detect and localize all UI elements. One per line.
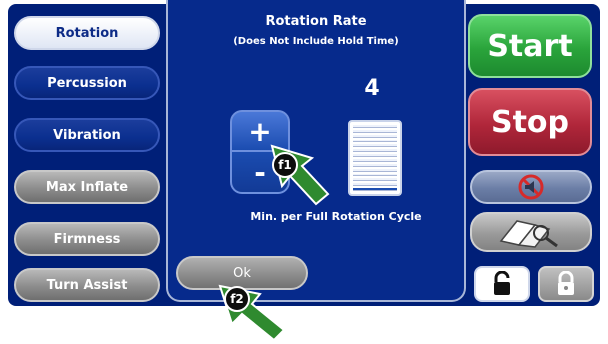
level-segment (353, 154, 397, 158)
sidebar-item-max-inflate[interactable]: Max Inflate (14, 170, 160, 204)
sidebar-item-label: Turn Assist (46, 277, 128, 293)
start-label: Start (487, 28, 573, 64)
stop-button[interactable]: Stop (468, 88, 592, 156)
level-segment (353, 183, 397, 187)
sidebar-item-label: Max Inflate (45, 179, 129, 195)
dialog-subtitle: (Does Not Include Hold Time) (233, 36, 399, 47)
sidebar-item-vibration[interactable]: Vibration (14, 118, 160, 152)
sidebar-item-label: Firmness (53, 231, 121, 247)
unlock-icon (494, 271, 510, 295)
sidebar-item-label: Percussion (47, 75, 127, 91)
level-segment (353, 144, 397, 148)
callout-f2: f2 (224, 286, 250, 312)
stop-label: Stop (490, 104, 570, 140)
sidebar-item-rotation[interactable]: Rotation (14, 16, 160, 50)
level-segment (353, 178, 397, 182)
help-manual-button[interactable] (470, 212, 592, 252)
sidebar-item-percussion[interactable]: Percussion (14, 66, 160, 100)
level-segment (353, 168, 397, 172)
unlock-button[interactable] (474, 266, 530, 302)
level-segment (353, 173, 397, 177)
callout-arrow-f2 (218, 284, 286, 342)
manual-icon (499, 220, 558, 248)
level-segment (353, 129, 397, 133)
level-segment (353, 188, 397, 192)
rate-caption: Min. per Full Rotation Cycle (250, 210, 422, 223)
start-button[interactable]: Start (468, 14, 592, 78)
level-segment (353, 163, 397, 167)
callout-arrow-f1 (270, 144, 330, 206)
lock-icon (558, 271, 574, 295)
sidebar-item-turn-assist[interactable]: Turn Assist (14, 268, 160, 302)
level-segment (353, 134, 397, 138)
rotation-rate-value: 4 (364, 76, 380, 101)
level-segment (353, 125, 397, 128)
level-segment (353, 139, 397, 143)
dialog-title: Rotation Rate (265, 14, 367, 29)
sidebar-item-label: Rotation (55, 25, 119, 41)
level-segment (353, 159, 397, 162)
lock-button[interactable] (538, 266, 594, 302)
alarm-silence-button[interactable] (470, 170, 592, 204)
callout-f1: f1 (272, 152, 298, 178)
mute-icon (518, 174, 544, 200)
sidebar-item-label: Vibration (53, 127, 121, 143)
rate-level-indicator (348, 120, 402, 196)
level-segment (353, 149, 397, 153)
sidebar-item-firmness[interactable]: Firmness (14, 222, 160, 256)
